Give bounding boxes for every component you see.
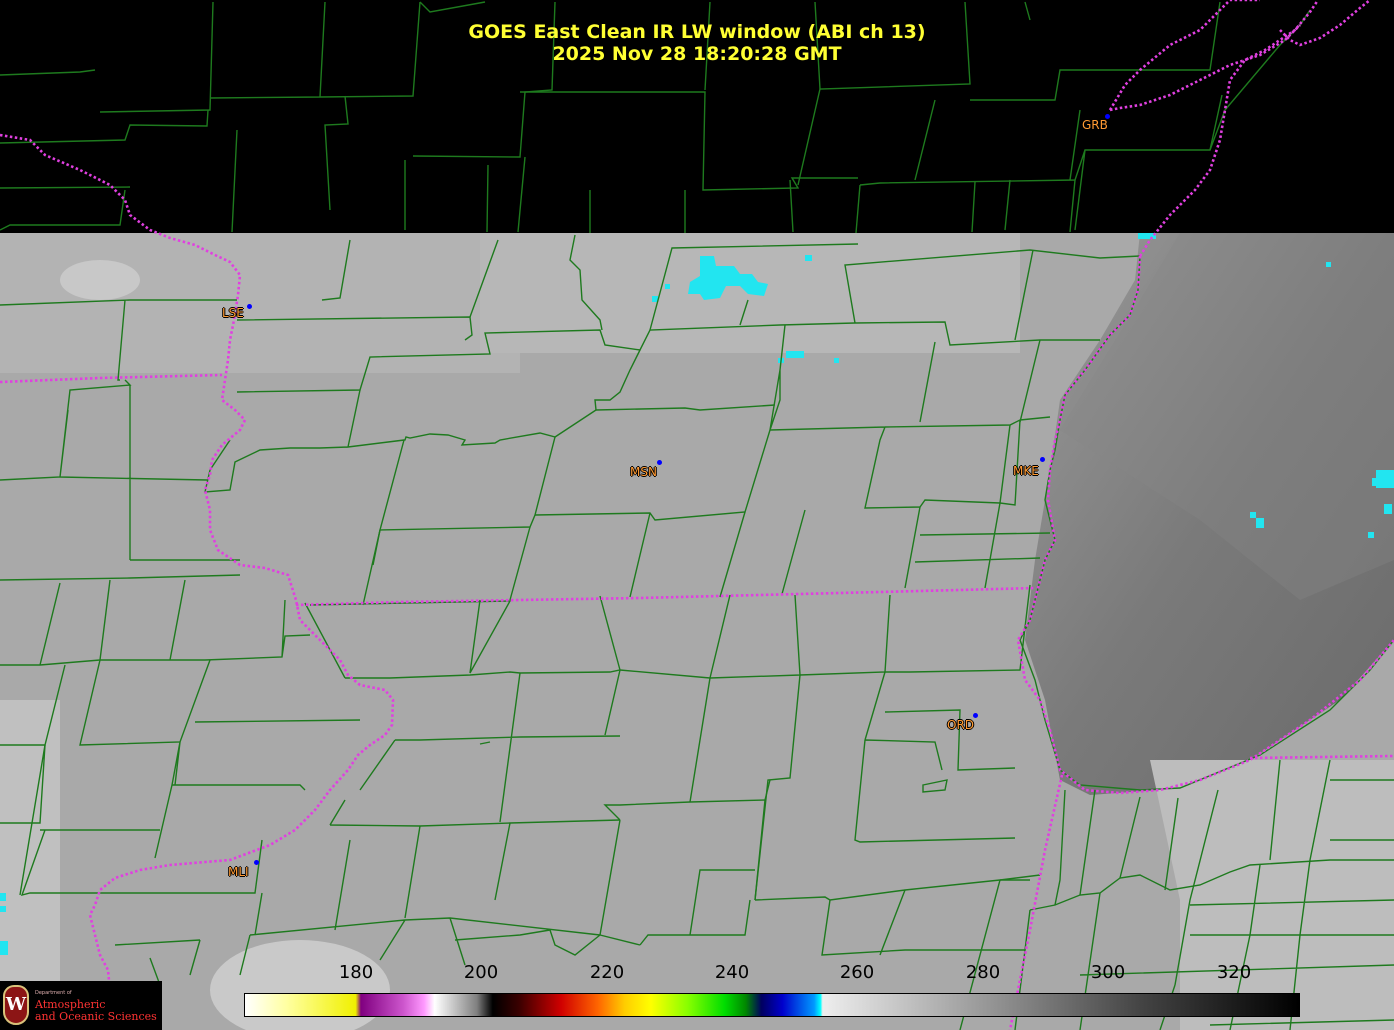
city-label-ord: ORD: [947, 718, 975, 732]
logo-department-text: Department of: [35, 990, 72, 996]
colorbar-tick-label: 260: [839, 962, 875, 983]
colorbar-tick-label: 300: [1090, 962, 1126, 983]
city-label-lse: LSE: [222, 306, 244, 320]
colorbar-tick-label: 240: [714, 962, 750, 983]
station-dot-icon: [254, 860, 259, 865]
colorbar-tick-label: 180: [338, 962, 374, 983]
city-label-grb: GRB: [1082, 118, 1108, 132]
image-timestamp: 2025 Nov 28 18:20:28 GMT: [552, 43, 842, 65]
colorbar-tick-label: 220: [589, 962, 625, 983]
station-dot-icon: [657, 460, 662, 465]
station-dot-icon: [247, 304, 252, 309]
colorbar-tick-label: 200: [463, 962, 499, 983]
station-dot-icon: [1040, 457, 1045, 462]
city-label-mli: MLI: [228, 865, 249, 879]
city-label-msn: MSN: [630, 465, 657, 479]
temperature-colorbar: [244, 993, 1300, 1017]
city-label-mke: MKE: [1013, 464, 1039, 478]
colorbar-tick-label: 320: [1216, 962, 1252, 983]
image-title: GOES East Clean IR LW window (ABI ch 13): [468, 21, 926, 43]
satellite-map: [0, 0, 1394, 1030]
logo-line2: and Oceanic Sciences: [35, 1010, 157, 1023]
colorbar-tick-label: 280: [965, 962, 1001, 983]
uw-crest-icon: W: [3, 985, 29, 1025]
aos-logo: W Department of Atmospheric and Oceanic …: [0, 981, 162, 1030]
